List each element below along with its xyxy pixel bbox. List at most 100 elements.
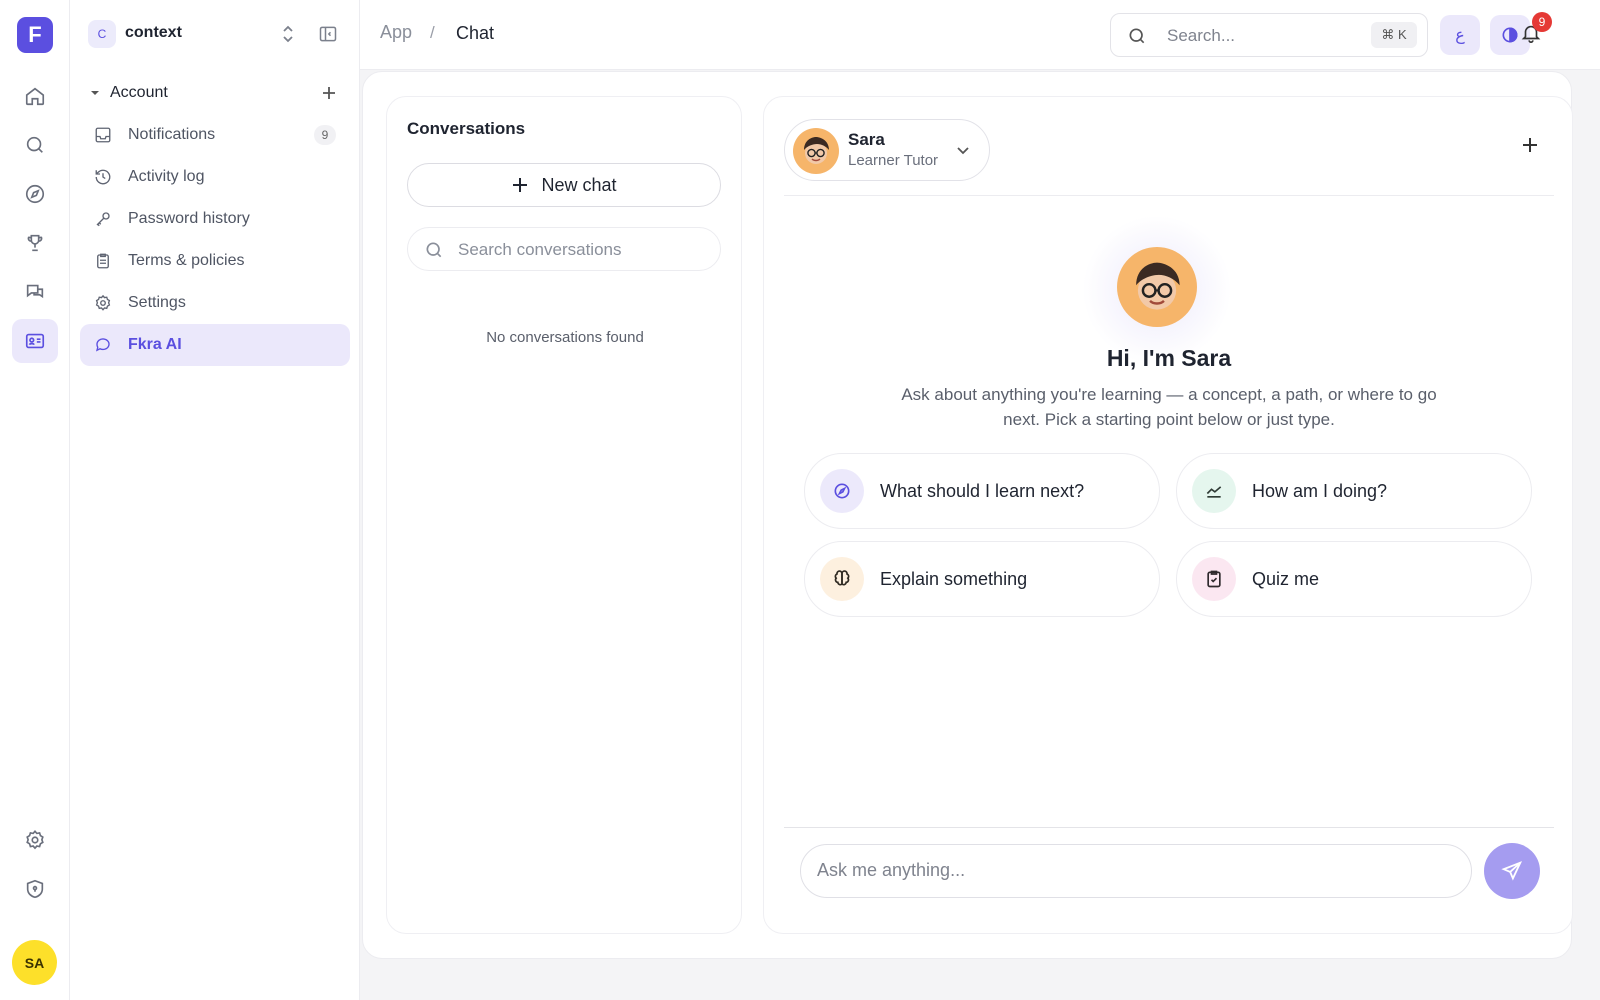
rail-search[interactable] [12, 123, 58, 167]
rail-explore[interactable] [12, 172, 58, 216]
send-icon [1501, 861, 1523, 881]
topbar: App / Chat Search... ⌘ K ع 9 [360, 0, 1600, 70]
hero-avatar [1117, 247, 1197, 327]
sidebar-item-terms[interactable]: Terms & policies [80, 240, 350, 282]
id-card-icon [25, 333, 45, 349]
new-chat-button[interactable]: New chat [407, 163, 721, 207]
inbox-icon [95, 127, 111, 143]
trophy-icon [27, 234, 43, 252]
breadcrumb-separator: / [430, 23, 435, 42]
search-icon [426, 242, 442, 258]
rail-achievements[interactable] [12, 221, 58, 265]
tutor-name: Sara [848, 130, 885, 149]
language-toggle-button[interactable]: ع [1440, 15, 1480, 55]
empty-conversations-message: No conversations found [486, 329, 644, 346]
sidebar-toggle-icon [319, 26, 337, 42]
section-title[interactable]: Account [110, 84, 168, 102]
chevron-down-icon [955, 142, 971, 158]
workspace-switcher[interactable] [280, 24, 296, 44]
suggestion-icon-badge [1192, 469, 1236, 513]
suggestion-progress[interactable]: How am I doing? [1176, 453, 1532, 529]
key-icon [96, 212, 110, 227]
rail-settings[interactable] [12, 818, 58, 862]
sidebar: C context Account Notifications 9 Activi… [70, 0, 360, 1000]
sidebar-item-notifications[interactable]: Notifications 9 [80, 114, 350, 156]
clipboard-check-icon [1207, 570, 1221, 588]
sidebar-item-activity-log[interactable]: Activity log [80, 156, 350, 198]
conversation-search-input[interactable]: Search conversations [407, 227, 721, 271]
tutor-selector[interactable]: Sara Learner Tutor [784, 119, 990, 181]
rail-profile[interactable] [12, 319, 58, 363]
section-add-button[interactable] [320, 84, 338, 102]
chat-input-placeholder: Ask me anything... [817, 860, 966, 880]
shield-icon [26, 879, 44, 899]
notifications-badge: 9 [1532, 12, 1552, 32]
sidebar-item-settings[interactable]: Settings [80, 282, 350, 324]
sidebar-item-label: Settings [128, 294, 186, 311]
suggestion-learn-next[interactable]: What should I learn next? [804, 453, 1160, 529]
new-conversation-plus-button[interactable] [1520, 135, 1540, 155]
breadcrumb-root[interactable]: App [380, 22, 412, 43]
search-icon [1129, 28, 1145, 44]
messages-icon [26, 284, 44, 299]
suggestion-label: Explain something [880, 568, 1028, 589]
history-icon [95, 169, 111, 185]
rail-home[interactable] [12, 74, 58, 118]
contrast-icon [1502, 27, 1518, 43]
clipboard-icon [97, 253, 109, 269]
suggestion-quiz[interactable]: Quiz me [1176, 541, 1532, 617]
compass-icon [834, 483, 850, 499]
user-avatar[interactable]: SA [12, 940, 57, 985]
global-search-input[interactable]: Search... ⌘ K [1110, 13, 1428, 57]
conversations-panel: Conversations New chat Search conversati… [386, 96, 742, 934]
workspace-badge: C [88, 20, 116, 48]
sidebar-item-password-history[interactable]: Password history [80, 198, 350, 240]
chat-panel: Sara Learner Tutor Hi, I'm Sara Ask abou… [763, 96, 1573, 934]
plus-icon [1523, 138, 1537, 152]
sidebar-item-label: Notifications [128, 126, 216, 143]
search-shortcut: ⌘ K [1371, 22, 1417, 48]
section-collapse-caret[interactable] [90, 88, 100, 98]
greeting-title: Hi, I'm Sara [1106, 345, 1232, 371]
trend-icon [1206, 486, 1222, 498]
send-button[interactable] [1484, 843, 1540, 899]
new-chat-label: New chat [541, 174, 617, 195]
sidebar-item-label: Password history [128, 210, 250, 227]
composer-divider [784, 827, 1554, 828]
workspace-name[interactable]: context [125, 24, 182, 42]
breadcrumb-current: Chat [456, 23, 495, 43]
gear-icon [95, 294, 111, 311]
suggestion-explain[interactable]: Explain something [804, 541, 1160, 617]
tutor-role: Learner Tutor [848, 152, 939, 169]
compass-icon [25, 184, 45, 204]
brain-icon [834, 570, 850, 586]
gear-icon [26, 830, 44, 850]
rail-messages[interactable] [12, 270, 58, 314]
chat-header-divider [784, 195, 1554, 196]
caret-down-icon [91, 91, 99, 95]
collapse-sidebar-button[interactable] [318, 24, 338, 44]
suggestion-icon-badge [1192, 557, 1236, 601]
chat-bubble-icon [95, 338, 110, 352]
rail-security[interactable] [12, 867, 58, 911]
plus-icon [513, 178, 528, 192]
suggestion-label: Quiz me [1252, 568, 1320, 589]
suggestion-icon-badge [820, 469, 864, 513]
sidebar-item-label: Fkra AI [128, 336, 182, 353]
conversations-title: Conversations [407, 119, 526, 138]
icon-rail: F SA [0, 0, 70, 1000]
chat-message-input[interactable]: Ask me anything... [800, 844, 1472, 898]
suggestion-label: What should I learn next? [880, 480, 1085, 501]
sidebar-item-fkra-ai[interactable]: Fkra AI [80, 324, 350, 366]
suggestion-label: How am I doing? [1252, 480, 1388, 501]
sidebar-item-label: Terms & policies [128, 252, 245, 269]
suggestion-icon-badge [820, 557, 864, 601]
notifications-count-badge: 9 [314, 125, 336, 145]
app-logo[interactable]: F [17, 17, 53, 53]
search-icon [26, 136, 43, 153]
search-placeholder: Search... [1167, 26, 1236, 45]
tutor-avatar [793, 128, 839, 174]
home-icon [25, 87, 45, 106]
chevron-up-down-icon [283, 25, 293, 43]
plus-icon [323, 87, 335, 99]
